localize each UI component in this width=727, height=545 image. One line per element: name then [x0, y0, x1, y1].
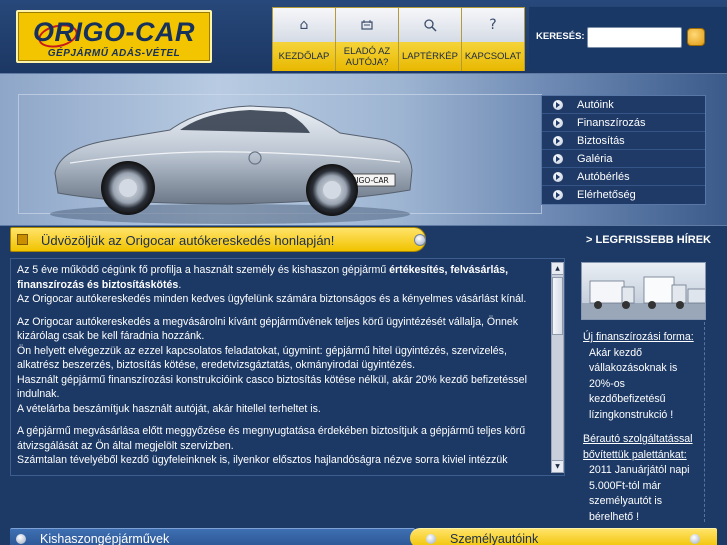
service-text-1: Az Origocar autókereskedés a megvásároln…: [17, 315, 519, 343]
nav-sitemap[interactable]: LAPTÉRKÉP: [398, 7, 462, 71]
side-menu-item-rental[interactable]: Autóbérlés: [542, 168, 705, 186]
service-text-4: A vételárba beszámítjuk használt autóját…: [17, 402, 321, 415]
news-title-link[interactable]: Új finanszírozási forma:: [583, 330, 703, 346]
news-body: Akár kezdő vállakozásoknak is 20%-os kez…: [589, 346, 678, 421]
side-menu-label: Finanszírozás: [577, 116, 646, 129]
section-passenger-label: Személyautóink: [450, 532, 539, 545]
news-header-link[interactable]: > LEGFRISSEBB HÍREK: [575, 227, 717, 252]
search-input[interactable]: [587, 27, 682, 48]
section-commercial-vehicles[interactable]: Kishaszongépjárművek: [10, 528, 415, 545]
news-item: Új finanszírozási forma: Akár kezdő váll…: [583, 330, 703, 423]
nav-sell-car-label: ELADÓ AZ AUTÓJA?: [336, 42, 398, 71]
side-menu-item-cars[interactable]: Autóink: [542, 96, 705, 114]
nav-home-label: KEZDŐLAP: [273, 42, 335, 71]
inspection-text: A gépjármű megvásárlása előtt meggyőzése…: [17, 425, 526, 452]
intro-text: Az 5 éve működő cégünk fő profilja a has…: [17, 264, 390, 276]
welcome-bar: Üdvözöljük az Origocar autókereskedés ho…: [10, 227, 426, 252]
logo-tagline: GÉPJÁRMŰ ADÁS-VÉTEL: [47, 48, 181, 59]
side-menu-label: Autóink: [577, 98, 614, 111]
round-dot-icon: [414, 234, 426, 246]
arrow-bullet-icon: [553, 117, 563, 128]
round-dot-icon: [426, 534, 436, 544]
intro-end: .: [178, 278, 182, 291]
hero-banner: ORIGO-CAR Autóink Finanszírozás Biztosít…: [0, 73, 727, 226]
top-nav: ⌂ KEZDŐLAP ELADÓ AZ AUTÓJA? LAPTÉRKÉP ? …: [272, 7, 528, 71]
round-dot-icon: [690, 534, 700, 544]
question-icon: ?: [462, 8, 524, 42]
arrow-bullet-icon: [553, 171, 563, 182]
main-content: Az 5 éve működő cégünk fő profilja a has…: [10, 258, 565, 476]
news-body: 2011 Januárjától napi 5.000Ft-tól már sz…: [589, 464, 690, 523]
service-text-3: Használt gépjármű finanszírozási konstru…: [17, 373, 527, 401]
nav-sitemap-label: LAPTÉRKÉP: [399, 42, 461, 71]
car-sale-icon: [336, 8, 398, 42]
car-image: ORIGO-CAR: [50, 105, 413, 224]
round-dot-icon: [16, 534, 26, 544]
arrow-bullet-icon: [553, 190, 563, 200]
header: ORIGO-CAR GÉPJÁRMŰ ADÁS-VÉTEL ⌂ KEZDŐLAP…: [0, 0, 727, 73]
news-vans-image[interactable]: [581, 262, 706, 320]
square-bullet-icon: [17, 234, 28, 245]
nav-contact[interactable]: ? KAPCSOLAT: [461, 7, 525, 71]
main-text: Az 5 éve működő cégünk fő profilja a has…: [17, 263, 547, 475]
home-icon: ⌂: [273, 8, 335, 42]
scroll-down-icon[interactable]: ▼: [552, 460, 563, 472]
search-box: KERESÉS:: [529, 7, 727, 71]
nav-sell-car[interactable]: ELADÓ AZ AUTÓJA?: [335, 7, 399, 71]
side-menu: Autóink Finanszírozás Biztosítás Galéria…: [541, 95, 706, 205]
inspection-text-2: Számtalan tévelyéből kezdő ügyfeleinknek…: [17, 454, 508, 466]
logo[interactable]: ORIGO-CAR GÉPJÁRMŰ ADÁS-VÉTEL: [16, 10, 212, 63]
search-icon: [399, 8, 461, 42]
scroll-thumb[interactable]: [552, 277, 563, 335]
search-button[interactable]: [687, 28, 705, 46]
arrow-bullet-icon: [553, 153, 563, 164]
news-title-link[interactable]: Bérautó szolgáltatással bővítettük palet…: [583, 432, 703, 463]
side-menu-item-gallery[interactable]: Galéria: [542, 150, 705, 168]
main-scrollbar[interactable]: ▲ ▼: [551, 262, 564, 473]
section-passenger-cars[interactable]: Személyautóink: [410, 528, 717, 545]
arrow-bullet-icon: [553, 99, 563, 110]
side-menu-item-insurance[interactable]: Biztosítás: [542, 132, 705, 150]
news-scroll-rail[interactable]: [704, 322, 714, 522]
service-text-2: Ön helyett elvégezzük az ezzel kapcsolat…: [17, 344, 507, 372]
side-menu-label: Biztosítás: [577, 134, 625, 147]
side-menu-label: Elérhetőség: [577, 189, 636, 201]
logo-name: ORIGO-CAR: [33, 17, 195, 47]
news-item: Bérautó szolgáltatással bővítettük palet…: [583, 432, 703, 525]
nav-home[interactable]: ⌂ KEZDŐLAP: [272, 7, 336, 71]
side-menu-label: Autóbérlés: [577, 170, 630, 183]
side-menu-item-financing[interactable]: Finanszírozás: [542, 114, 705, 132]
nav-contact-label: KAPCSOLAT: [462, 42, 524, 71]
scroll-up-icon[interactable]: ▲: [552, 263, 563, 275]
arrow-bullet-icon: [553, 135, 563, 146]
intro-text-2: Az Origocar autókereskedés minden kedves…: [17, 293, 527, 305]
section-commercial-label: Kishaszongépjárművek: [40, 532, 170, 545]
welcome-title: Üdvözöljük az Origocar autókereskedés ho…: [41, 233, 335, 248]
side-menu-item-contact[interactable]: Elérhetőség: [542, 186, 705, 204]
side-menu-label: Galéria: [577, 152, 613, 165]
news-column: Új finanszírozási forma: Akár kezdő váll…: [575, 258, 717, 532]
search-label: KERESÉS:: [536, 31, 585, 42]
